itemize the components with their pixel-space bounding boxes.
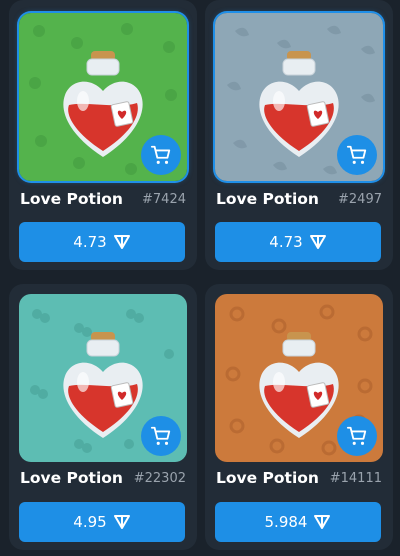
ton-diamond-icon bbox=[309, 235, 326, 249]
ton-diamond-icon bbox=[113, 235, 130, 249]
add-to-cart-button[interactable] bbox=[141, 416, 181, 456]
ton-diamond-icon bbox=[314, 515, 331, 529]
nft-name: Love Potion bbox=[216, 469, 319, 487]
love-potion-icon bbox=[63, 332, 143, 438]
ton-diamond-icon bbox=[113, 515, 130, 529]
price-value: 4.73 bbox=[269, 233, 303, 251]
buy-price-button[interactable]: 4.95 bbox=[19, 502, 185, 542]
nft-card[interactable]: Love Potion #2497 4.73 bbox=[205, 0, 393, 270]
nft-card[interactable]: Love Potion #7424 4.73 bbox=[9, 0, 197, 270]
buy-price-button[interactable]: 4.73 bbox=[215, 222, 381, 262]
nft-artwork[interactable] bbox=[215, 294, 383, 462]
add-to-cart-button[interactable] bbox=[337, 416, 377, 456]
love-potion-icon bbox=[259, 332, 339, 438]
nft-artwork[interactable] bbox=[19, 13, 187, 181]
nft-name: Love Potion bbox=[216, 190, 319, 208]
price-value: 4.95 bbox=[73, 513, 107, 531]
nft-name: Love Potion bbox=[20, 469, 123, 487]
nft-number: #7424 bbox=[142, 192, 186, 207]
add-to-cart-button[interactable] bbox=[141, 135, 181, 175]
buy-price-button[interactable]: 4.73 bbox=[19, 222, 185, 262]
cart-icon bbox=[346, 145, 367, 164]
nft-card[interactable]: Love Potion #14111 5.984 bbox=[205, 284, 393, 550]
cart-icon bbox=[346, 426, 367, 445]
price-value: 5.984 bbox=[264, 513, 308, 531]
price-value: 4.73 bbox=[73, 233, 107, 251]
love-potion-icon bbox=[63, 51, 143, 157]
cart-icon bbox=[150, 145, 171, 164]
nft-grid: Love Potion #7424 4.73 Love Potion #2497… bbox=[0, 0, 400, 556]
nft-number: #22302 bbox=[133, 471, 186, 486]
nft-artwork[interactable] bbox=[19, 294, 187, 462]
nft-card[interactable]: Love Potion #22302 4.95 bbox=[9, 284, 197, 550]
nft-name: Love Potion bbox=[20, 190, 123, 208]
love-potion-icon bbox=[259, 51, 339, 157]
nft-artwork[interactable] bbox=[215, 13, 383, 181]
nft-number: #2497 bbox=[338, 192, 382, 207]
cart-icon bbox=[150, 426, 171, 445]
add-to-cart-button[interactable] bbox=[337, 135, 377, 175]
nft-number: #14111 bbox=[329, 471, 382, 486]
buy-price-button[interactable]: 5.984 bbox=[215, 502, 381, 542]
